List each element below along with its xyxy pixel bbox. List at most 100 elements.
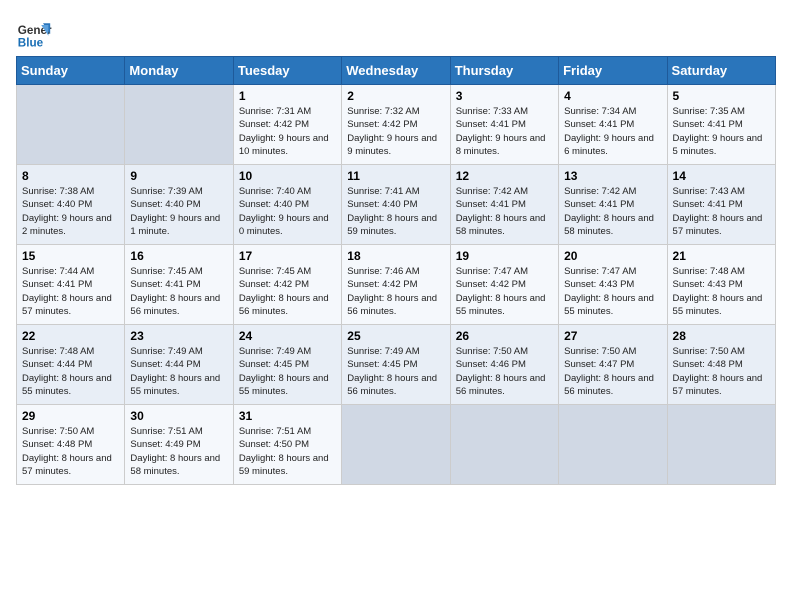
calendar-cell: 12 Sunrise: 7:42 AMSunset: 4:41 PMDaylig… [450, 165, 558, 245]
day-header-monday: Monday [125, 57, 233, 85]
calendar-cell [667, 405, 775, 485]
day-number: 1 [239, 89, 336, 103]
cell-info: Sunrise: 7:34 AMSunset: 4:41 PMDaylight:… [564, 106, 654, 157]
day-number: 27 [564, 329, 661, 343]
cell-info: Sunrise: 7:32 AMSunset: 4:42 PMDaylight:… [347, 106, 437, 157]
cell-info: Sunrise: 7:49 AMSunset: 4:45 PMDaylight:… [347, 346, 437, 397]
day-number: 4 [564, 89, 661, 103]
cell-info: Sunrise: 7:50 AMSunset: 4:48 PMDaylight:… [22, 426, 112, 477]
calendar-cell: 15 Sunrise: 7:44 AMSunset: 4:41 PMDaylig… [17, 245, 125, 325]
cell-info: Sunrise: 7:47 AMSunset: 4:43 PMDaylight:… [564, 266, 654, 317]
calendar-cell: 29 Sunrise: 7:50 AMSunset: 4:48 PMDaylig… [17, 405, 125, 485]
cell-info: Sunrise: 7:48 AMSunset: 4:43 PMDaylight:… [673, 266, 763, 317]
day-header-friday: Friday [559, 57, 667, 85]
calendar-cell: 26 Sunrise: 7:50 AMSunset: 4:46 PMDaylig… [450, 325, 558, 405]
cell-info: Sunrise: 7:41 AMSunset: 4:40 PMDaylight:… [347, 186, 437, 237]
cell-info: Sunrise: 7:51 AMSunset: 4:49 PMDaylight:… [130, 426, 220, 477]
day-number: 31 [239, 409, 336, 423]
day-number: 21 [673, 249, 770, 263]
calendar-cell: 8 Sunrise: 7:38 AMSunset: 4:40 PMDayligh… [17, 165, 125, 245]
cell-info: Sunrise: 7:39 AMSunset: 4:40 PMDaylight:… [130, 186, 220, 237]
page-header: General Blue [16, 16, 776, 52]
calendar-cell: 31 Sunrise: 7:51 AMSunset: 4:50 PMDaylig… [233, 405, 341, 485]
day-number: 9 [130, 169, 227, 183]
cell-info: Sunrise: 7:42 AMSunset: 4:41 PMDaylight:… [456, 186, 546, 237]
cell-info: Sunrise: 7:50 AMSunset: 4:46 PMDaylight:… [456, 346, 546, 397]
day-number: 23 [130, 329, 227, 343]
calendar-cell: 1 Sunrise: 7:31 AMSunset: 4:42 PMDayligh… [233, 85, 341, 165]
day-header-thursday: Thursday [450, 57, 558, 85]
day-number: 25 [347, 329, 444, 343]
day-number: 8 [22, 169, 119, 183]
day-number: 3 [456, 89, 553, 103]
calendar-table: SundayMondayTuesdayWednesdayThursdayFrid… [16, 56, 776, 485]
cell-info: Sunrise: 7:48 AMSunset: 4:44 PMDaylight:… [22, 346, 112, 397]
calendar-cell [17, 85, 125, 165]
calendar-cell: 18 Sunrise: 7:46 AMSunset: 4:42 PMDaylig… [342, 245, 450, 325]
day-header-tuesday: Tuesday [233, 57, 341, 85]
calendar-cell: 9 Sunrise: 7:39 AMSunset: 4:40 PMDayligh… [125, 165, 233, 245]
cell-info: Sunrise: 7:47 AMSunset: 4:42 PMDaylight:… [456, 266, 546, 317]
cell-info: Sunrise: 7:31 AMSunset: 4:42 PMDaylight:… [239, 106, 329, 157]
cell-info: Sunrise: 7:49 AMSunset: 4:45 PMDaylight:… [239, 346, 329, 397]
calendar-cell: 19 Sunrise: 7:47 AMSunset: 4:42 PMDaylig… [450, 245, 558, 325]
calendar-cell [342, 405, 450, 485]
svg-text:Blue: Blue [18, 37, 44, 50]
calendar-cell: 3 Sunrise: 7:33 AMSunset: 4:41 PMDayligh… [450, 85, 558, 165]
day-header-wednesday: Wednesday [342, 57, 450, 85]
cell-info: Sunrise: 7:40 AMSunset: 4:40 PMDaylight:… [239, 186, 329, 237]
calendar-cell: 23 Sunrise: 7:49 AMSunset: 4:44 PMDaylig… [125, 325, 233, 405]
cell-info: Sunrise: 7:46 AMSunset: 4:42 PMDaylight:… [347, 266, 437, 317]
cell-info: Sunrise: 7:45 AMSunset: 4:41 PMDaylight:… [130, 266, 220, 317]
day-number: 30 [130, 409, 227, 423]
calendar-cell: 5 Sunrise: 7:35 AMSunset: 4:41 PMDayligh… [667, 85, 775, 165]
calendar-cell: 21 Sunrise: 7:48 AMSunset: 4:43 PMDaylig… [667, 245, 775, 325]
day-number: 12 [456, 169, 553, 183]
day-number: 22 [22, 329, 119, 343]
day-number: 13 [564, 169, 661, 183]
calendar-cell: 25 Sunrise: 7:49 AMSunset: 4:45 PMDaylig… [342, 325, 450, 405]
calendar-cell: 2 Sunrise: 7:32 AMSunset: 4:42 PMDayligh… [342, 85, 450, 165]
day-header-sunday: Sunday [17, 57, 125, 85]
calendar-cell [450, 405, 558, 485]
cell-info: Sunrise: 7:42 AMSunset: 4:41 PMDaylight:… [564, 186, 654, 237]
cell-info: Sunrise: 7:49 AMSunset: 4:44 PMDaylight:… [130, 346, 220, 397]
calendar-cell: 24 Sunrise: 7:49 AMSunset: 4:45 PMDaylig… [233, 325, 341, 405]
calendar-cell: 17 Sunrise: 7:45 AMSunset: 4:42 PMDaylig… [233, 245, 341, 325]
day-number: 16 [130, 249, 227, 263]
calendar-cell [559, 405, 667, 485]
day-number: 28 [673, 329, 770, 343]
cell-info: Sunrise: 7:43 AMSunset: 4:41 PMDaylight:… [673, 186, 763, 237]
calendar-cell: 30 Sunrise: 7:51 AMSunset: 4:49 PMDaylig… [125, 405, 233, 485]
day-number: 5 [673, 89, 770, 103]
day-number: 11 [347, 169, 444, 183]
cell-info: Sunrise: 7:44 AMSunset: 4:41 PMDaylight:… [22, 266, 112, 317]
day-number: 19 [456, 249, 553, 263]
day-number: 17 [239, 249, 336, 263]
day-number: 26 [456, 329, 553, 343]
calendar-cell: 10 Sunrise: 7:40 AMSunset: 4:40 PMDaylig… [233, 165, 341, 245]
calendar-cell [125, 85, 233, 165]
cell-info: Sunrise: 7:35 AMSunset: 4:41 PMDaylight:… [673, 106, 763, 157]
cell-info: Sunrise: 7:50 AMSunset: 4:48 PMDaylight:… [673, 346, 763, 397]
calendar-cell: 13 Sunrise: 7:42 AMSunset: 4:41 PMDaylig… [559, 165, 667, 245]
cell-info: Sunrise: 7:50 AMSunset: 4:47 PMDaylight:… [564, 346, 654, 397]
day-header-saturday: Saturday [667, 57, 775, 85]
calendar-cell: 16 Sunrise: 7:45 AMSunset: 4:41 PMDaylig… [125, 245, 233, 325]
calendar-cell: 4 Sunrise: 7:34 AMSunset: 4:41 PMDayligh… [559, 85, 667, 165]
calendar-cell: 20 Sunrise: 7:47 AMSunset: 4:43 PMDaylig… [559, 245, 667, 325]
cell-info: Sunrise: 7:38 AMSunset: 4:40 PMDaylight:… [22, 186, 112, 237]
day-number: 24 [239, 329, 336, 343]
cell-info: Sunrise: 7:51 AMSunset: 4:50 PMDaylight:… [239, 426, 329, 477]
day-number: 2 [347, 89, 444, 103]
cell-info: Sunrise: 7:33 AMSunset: 4:41 PMDaylight:… [456, 106, 546, 157]
day-number: 20 [564, 249, 661, 263]
cell-info: Sunrise: 7:45 AMSunset: 4:42 PMDaylight:… [239, 266, 329, 317]
calendar-cell: 11 Sunrise: 7:41 AMSunset: 4:40 PMDaylig… [342, 165, 450, 245]
day-number: 15 [22, 249, 119, 263]
logo-icon: General Blue [16, 16, 52, 52]
calendar-cell: 28 Sunrise: 7:50 AMSunset: 4:48 PMDaylig… [667, 325, 775, 405]
day-number: 14 [673, 169, 770, 183]
day-number: 18 [347, 249, 444, 263]
calendar-cell: 22 Sunrise: 7:48 AMSunset: 4:44 PMDaylig… [17, 325, 125, 405]
